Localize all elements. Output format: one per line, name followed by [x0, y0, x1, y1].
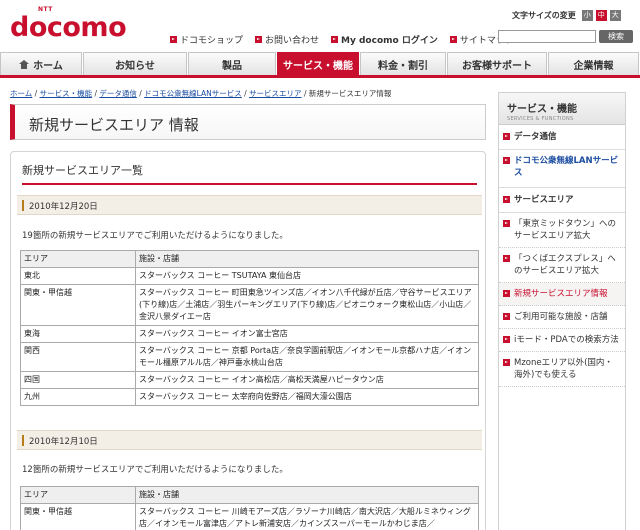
sidebar-section-area[interactable]: サービスエリア	[499, 188, 625, 213]
breadcrumb-wlan[interactable]: ドコモ公衆無線LANサービス	[144, 89, 242, 98]
docomo-shop-link[interactable]: ドコモショップ	[170, 33, 243, 46]
area-table: エリア 施設・店舗 東北 スターバックス コーヒー TSUTAYA 東仙台店 関東…	[20, 250, 479, 406]
date-bar-icon	[22, 200, 24, 211]
table-row: 関東・甲信越 スターバックス コーヒー 町田東急ツインズ店／イオン八千代緑が丘店／…	[20, 284, 479, 326]
tab-products[interactable]: 製品	[188, 52, 276, 75]
my-docomo-login-link[interactable]: My docomo ログイン	[331, 33, 438, 46]
breadcrumb-data[interactable]: データ通信	[99, 89, 137, 98]
arrow-icon	[503, 196, 510, 203]
table-header-cell: 施設・店舗	[135, 250, 479, 268]
table-row: 東海 スターバックス コーヒー イオン富士宮店	[20, 325, 479, 343]
sidebar-item-mzone[interactable]: Mzoneエリア以外(国内・海外)でも使える	[499, 352, 625, 387]
entry-intro: 19箇所の新規サービスエリアでご利用いただけるようになりました。	[22, 231, 288, 241]
sidebar-title: サービス・機能	[507, 104, 577, 115]
arrow-icon	[170, 36, 177, 43]
font-size-medium-button[interactable]: 中	[595, 10, 607, 21]
breadcrumb: ホーム / サービス・機能 / データ通信 / ドコモ公衆無線LANサービス /…	[10, 89, 392, 98]
table-row: 九州 スターバックス コーヒー 太宰府向佐野店／福岡大濠公園店	[20, 388, 479, 406]
sidebar-header: サービス・機能 SERVICES & FUNCTIONS	[499, 93, 625, 125]
global-nav: ホーム お知らせ 製品 サービス・機能 料金・割引 お客様サポート 企業情報	[0, 52, 640, 78]
date-header: 2010年12月20日	[17, 195, 482, 215]
top-links: ドコモショップ お問い合わせ My docomo ログイン サイトマップ	[170, 33, 514, 46]
table-header-cell: 施設・店舗	[135, 486, 479, 504]
table-row: 関東・甲信越 スターバックス コーヒー 川崎モアーズ店／ラゾーナ川崎店／南大沢店／…	[20, 503, 479, 530]
site-header: NTT docomo 文字サイズの変更 小 中 大 ドコモショップ お問い合わせ…	[0, 0, 640, 50]
tab-support[interactable]: お客様サポート	[447, 52, 547, 75]
search-input[interactable]	[498, 30, 596, 43]
table-header-row: エリア 施設・店舗	[20, 250, 479, 268]
contact-link[interactable]: お問い合わせ	[255, 33, 319, 46]
tab-services[interactable]: サービス・機能	[277, 52, 359, 75]
arrow-icon	[503, 359, 510, 366]
arrow-icon	[503, 313, 510, 320]
arrow-icon	[255, 36, 263, 43]
sidebar: サービス・機能 SERVICES & FUNCTIONS データ通信 ドコモ公衆…	[498, 92, 626, 530]
table-row: 東北 スターバックス コーヒー TSUTAYA 東仙台店	[20, 267, 479, 285]
site-search: 検索	[498, 30, 633, 43]
breadcrumb-services[interactable]: サービス・機能	[40, 89, 93, 98]
section-divider	[22, 183, 477, 185]
search-button[interactable]: 検索	[599, 30, 633, 43]
tab-corporate[interactable]: 企業情報	[548, 52, 639, 75]
area-list-box: 新規サービスエリア一覧 2010年12月20日 19箇所の新規サービスエリアでご…	[10, 151, 486, 530]
arrow-icon	[503, 336, 510, 343]
tab-pricing[interactable]: 料金・割引	[360, 52, 446, 75]
breadcrumb-current: 新規サービスエリア情報	[308, 89, 392, 98]
arrow-icon	[503, 290, 510, 297]
arrow-icon	[503, 220, 510, 227]
page-title-box: 新規サービスエリア 情報	[10, 104, 486, 140]
sidebar-section-wlan[interactable]: ドコモ公衆無線LANサービス	[499, 150, 625, 188]
arrow-icon	[503, 157, 510, 164]
breadcrumb-home[interactable]: ホーム	[10, 89, 32, 98]
entry-intro: 12箇所の新規サービスエリアでご利用いただけるようになりました。	[22, 465, 288, 475]
table-row: 四国 スターバックス コーヒー イオン高松店／高松天満屋ハピータウン店	[20, 371, 479, 389]
arrow-icon	[449, 36, 457, 43]
sidebar-item-new-area[interactable]: 新規サービスエリア情報	[499, 283, 625, 306]
section-title: 新規サービスエリア一覧	[22, 164, 143, 177]
arrow-icon	[503, 255, 510, 262]
font-size-switcher: 文字サイズの変更 小 中 大	[512, 10, 621, 21]
entry-date: 2010年12月10日	[29, 437, 98, 447]
sidebar-section-data[interactable]: データ通信	[499, 125, 625, 150]
sidebar-item-tsukuba[interactable]: 「つくばエクスプレス」へのサービスエリア拡大	[499, 248, 625, 283]
sidebar-item-midtown[interactable]: 「東京ミッドタウン」へのサービスエリア拡大	[499, 213, 625, 248]
table-row: 関西 スターバックス コーヒー 京都 Porta店／奈良学園前駅店／イオンモール京…	[20, 342, 479, 372]
home-icon	[19, 59, 30, 69]
font-size-large-button[interactable]: 大	[609, 10, 621, 21]
arrow-icon	[503, 133, 510, 140]
tab-home[interactable]: ホーム	[0, 52, 82, 75]
page-title: 新規サービスエリア 情報	[29, 116, 199, 134]
entry-date: 2010年12月20日	[29, 202, 98, 212]
table-header-cell: エリア	[20, 486, 136, 504]
arrow-icon	[331, 36, 339, 43]
breadcrumb-area[interactable]: サービスエリア	[249, 89, 302, 98]
table-header-cell: エリア	[20, 250, 136, 268]
logo-name: docomo	[10, 12, 127, 43]
font-size-label: 文字サイズの変更	[512, 11, 576, 20]
tab-news[interactable]: お知らせ	[83, 52, 187, 75]
sidebar-item-search-method[interactable]: iモード・PDAでの検索方法	[499, 329, 625, 352]
area-table: エリア 施設・店舗 関東・甲信越 スターバックス コーヒー 川崎モアーズ店／ラゾー…	[20, 486, 479, 530]
date-bar-icon	[22, 435, 24, 446]
font-size-small-button[interactable]: 小	[581, 10, 593, 21]
date-header: 2010年12月10日	[17, 430, 482, 450]
sidebar-item-facilities[interactable]: ご利用可能な施設・店舗	[499, 306, 625, 329]
table-header-row: エリア 施設・店舗	[20, 486, 479, 504]
sidebar-subtitle: SERVICES & FUNCTIONS	[507, 116, 574, 122]
